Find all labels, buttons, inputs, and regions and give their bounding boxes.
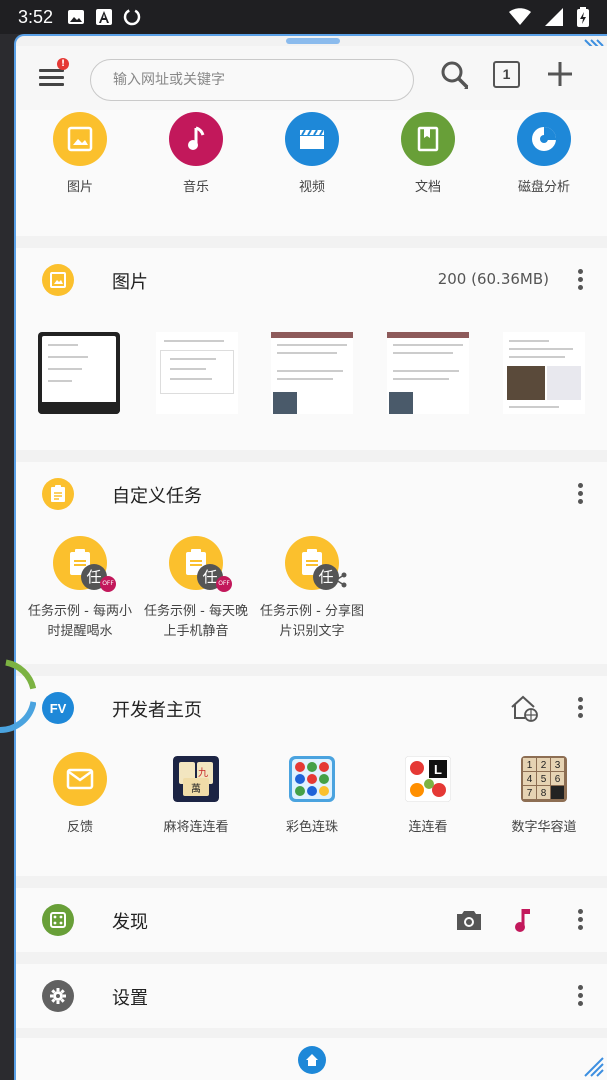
window-drag-handle[interactable] xyxy=(286,38,340,44)
images-card-title: 图片 xyxy=(112,272,148,293)
discover-card-header[interactable]: 发现 xyxy=(16,888,607,952)
shortcut-video[interactable]: 视频 xyxy=(254,112,370,198)
image-thumbnail[interactable] xyxy=(503,332,585,414)
image-thumbnail[interactable] xyxy=(271,332,353,414)
disk-chart-icon xyxy=(517,112,571,166)
tasks-card-title: 自定义任务 xyxy=(112,486,202,507)
music-note-icon[interactable] xyxy=(513,906,533,934)
home-icon xyxy=(306,1054,318,1066)
search-icon[interactable] xyxy=(438,58,472,92)
add-tab-icon[interactable] xyxy=(546,60,574,88)
off-badge: OFF xyxy=(100,576,116,592)
task-item[interactable]: 任 任务示例 - 分享图片识别文字 xyxy=(256,536,368,642)
developer-logo: FV xyxy=(42,692,74,724)
shortcut-disk-analysis[interactable]: 磁盘分析 xyxy=(486,112,602,198)
settings-card-header[interactable]: 设置 xyxy=(16,964,607,1028)
wifi-icon xyxy=(509,8,531,25)
svg-text:九: 九 xyxy=(198,767,208,779)
developer-card: FV 开发者主页 反馈 九萬 麻将连连看 彩色连珠 L 连连看 1 2 3 4 … xyxy=(16,676,607,876)
status-bar: 3:52 xyxy=(0,0,607,34)
menu-badge: ! xyxy=(57,58,69,70)
status-right-icons xyxy=(509,7,589,27)
toolbar: ! 输入网址或关键字 1 xyxy=(16,46,607,110)
sync-notification-icon xyxy=(123,8,141,26)
settings-card-title: 设置 xyxy=(112,988,148,1009)
url-input[interactable]: 输入网址或关键字 xyxy=(90,59,414,101)
gallery-notification-icon xyxy=(68,10,85,24)
svg-text:3: 3 xyxy=(555,760,561,771)
music-note-icon xyxy=(169,112,223,166)
dev-item-feedback[interactable]: 反馈 xyxy=(22,752,138,838)
svg-text:2: 2 xyxy=(541,760,547,771)
number-slide-game-icon: 1 2 3 4 5 6 7 8 xyxy=(521,756,567,802)
home-button[interactable] xyxy=(298,1046,326,1074)
clapperboard-icon xyxy=(285,112,339,166)
svg-text:7: 7 xyxy=(527,788,533,799)
share-icon xyxy=(333,572,347,588)
color-balls-game-icon xyxy=(289,756,335,802)
discover-card: 发现 xyxy=(16,888,607,952)
settings-card: 设置 xyxy=(16,964,607,1028)
developer-card-title: 开发者主页 xyxy=(112,700,202,721)
more-options-icon[interactable] xyxy=(571,480,589,508)
dev-item-link-link[interactable]: L 连连看 xyxy=(370,752,486,838)
svg-text:L: L xyxy=(434,762,442,777)
mail-icon xyxy=(53,752,107,806)
shortcut-documents[interactable]: 文档 xyxy=(370,112,486,198)
floating-window: ! 输入网址或关键字 1 图片 音乐 视频 文档 磁盘分析 图片 200 (60… xyxy=(14,34,607,1080)
task-item[interactable]: 任 OFF 任务示例 - 每两小时提醒喝水 xyxy=(24,536,136,642)
image-thumbnail[interactable] xyxy=(38,332,120,414)
svg-text:4: 4 xyxy=(527,774,533,785)
resize-corner-icon[interactable] xyxy=(583,1056,605,1078)
camera-icon[interactable] xyxy=(455,908,483,932)
more-options-icon[interactable] xyxy=(571,694,589,722)
dev-item-color-lines[interactable]: 彩色连珠 xyxy=(254,752,370,838)
svg-text:萬: 萬 xyxy=(191,782,201,795)
signal-icon xyxy=(545,8,563,26)
tasks-card-header[interactable]: 自定义任务 xyxy=(16,462,607,526)
floating-ball-icon[interactable] xyxy=(0,656,36,736)
more-options-icon[interactable] xyxy=(571,266,589,294)
svg-text:6: 6 xyxy=(555,774,561,785)
tab-count-button[interactable]: 1 xyxy=(493,61,520,88)
task-item[interactable]: 任 OFF 任务示例 - 每天晚上手机静音 xyxy=(140,536,252,642)
images-stats: 200 (60.36MB) xyxy=(437,270,549,288)
discover-card-title: 发现 xyxy=(112,912,148,933)
images-card-header[interactable]: 图片 200 (60.36MB) xyxy=(16,248,607,312)
developer-card-header[interactable]: FV 开发者主页 xyxy=(16,676,607,740)
status-time: 3:52 xyxy=(18,6,54,27)
home-web-icon[interactable] xyxy=(509,694,539,722)
svg-text:1: 1 xyxy=(527,760,533,771)
svg-text:8: 8 xyxy=(541,788,547,799)
bottom-bar xyxy=(16,1038,607,1080)
svg-text:5: 5 xyxy=(541,774,547,785)
dev-item-mahjong-link[interactable]: 九萬 麻将连连看 xyxy=(138,752,254,838)
dev-item-number-puzzle[interactable]: 12345678 数字华容道 xyxy=(486,752,602,838)
fruit-link-game-icon: L xyxy=(404,755,452,803)
file-shortcuts-card: 图片 音乐 视频 文档 磁盘分析 xyxy=(16,110,607,236)
gear-icon xyxy=(42,980,74,1012)
image-thumbnail[interactable] xyxy=(387,332,469,414)
dice-icon xyxy=(42,904,74,936)
more-options-icon[interactable] xyxy=(571,982,589,1010)
battery-charging-icon xyxy=(577,7,589,27)
images-card: 图片 200 (60.36MB) xyxy=(16,248,607,450)
off-badge: OFF xyxy=(216,576,232,592)
clipboard-icon xyxy=(42,478,74,510)
custom-tasks-card: 自定义任务 任 OFF 任务示例 - 每两小时提醒喝水 任 OFF 任务示例 -… xyxy=(16,462,607,664)
image-thumbnail[interactable] xyxy=(156,332,238,414)
font-notification-icon xyxy=(96,9,113,25)
image-icon xyxy=(53,112,107,166)
more-options-icon[interactable] xyxy=(571,906,589,934)
book-icon xyxy=(401,112,455,166)
mahjong-game-icon: 九萬 xyxy=(173,756,219,802)
shortcut-music[interactable]: 音乐 xyxy=(138,112,254,198)
image-icon xyxy=(42,264,74,296)
shortcut-images[interactable]: 图片 xyxy=(22,112,138,198)
